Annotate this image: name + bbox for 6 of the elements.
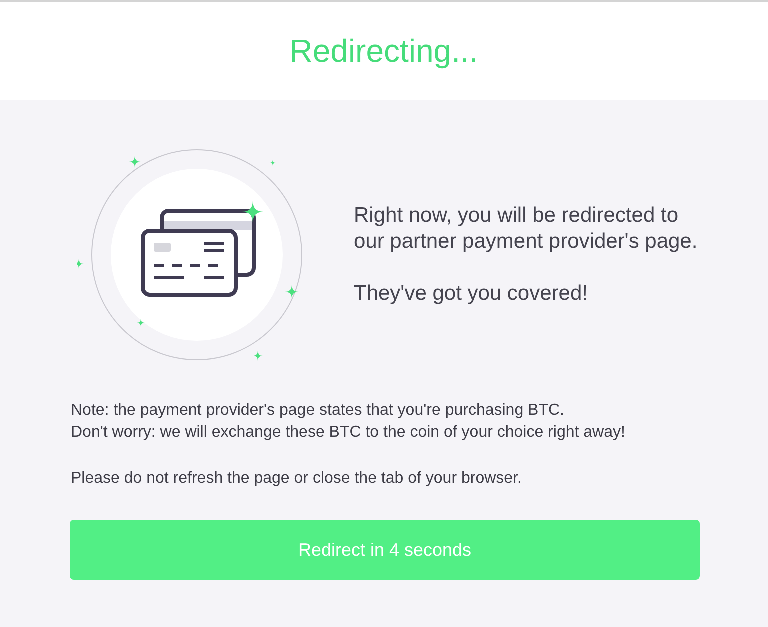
- note-text: Please do not refresh the page or close the tab of your browser.: [71, 469, 523, 489]
- note-text: Note: the payment provider's page states that you're purchasing BTC. Don't worry: we will exchange these BTC to the coin of your choice right away!: [71, 401, 626, 443]
- page-title: Redirecting...: [290, 32, 478, 71]
- intro-text: They've got you covered!: [354, 281, 589, 307]
- redirect-button[interactable]: Redirect in 4 seconds: [70, 520, 700, 580]
- intro-text: Right now, you will be redirected to our partner payment provider's page.: [354, 203, 699, 255]
